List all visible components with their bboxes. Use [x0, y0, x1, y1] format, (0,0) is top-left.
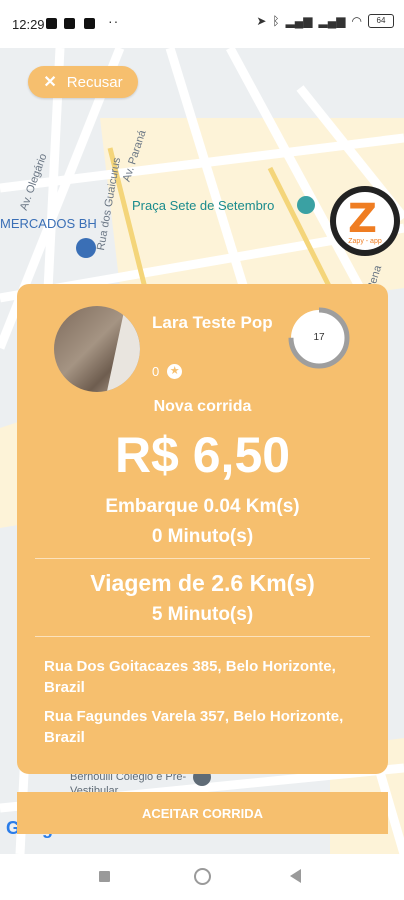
trip-time: 5 Minuto(s) [151, 604, 254, 625]
refuse-button[interactable]: ✕ Recusar [28, 66, 138, 98]
rating-value: 0 [152, 364, 160, 379]
app-logo: Z Zapy - app [330, 186, 400, 256]
notification-icon [84, 18, 95, 29]
more-notifications-icon: ·· [108, 13, 120, 29]
pickup-time: 0 Minuto(s) [151, 526, 254, 547]
bluetooth-icon: ᛒ [272, 14, 280, 28]
status-bar: 12:29 ·· ➤ ᛒ ▂▄▆ ▂▄▆ ◠ 64 [0, 0, 404, 48]
accept-ride-button[interactable]: ACEITAR CORRIDA [17, 792, 388, 834]
logo-text: Zapy - app [348, 238, 382, 245]
trip-distance: Viagem de 2.6 Km(s) [90, 570, 315, 596]
accept-ride-label: ACEITAR CORRIDA [141, 805, 264, 821]
refuse-button-label: Recusar [66, 73, 123, 91]
recents-icon[interactable] [99, 871, 110, 882]
status-icons: ➤ ᛒ ▂▄▆ ▂▄▆ ◠ 64 [256, 14, 394, 28]
origin-address: Rua Dos Goitacazes 385, Belo Horizonte, … [44, 658, 336, 696]
logo-letter: Z [348, 196, 378, 242]
status-time: 12:29 [12, 17, 45, 32]
ride-price: R$ 6,50 [114, 427, 291, 483]
navigation-bar [0, 854, 404, 900]
location-icon: ➤ [256, 14, 267, 28]
battery-icon: 64 [368, 14, 394, 28]
poi-label: Praça Sete de Setembro [132, 198, 275, 213]
divider [35, 636, 370, 637]
signal-icon: ▂▄▆ [285, 14, 313, 28]
notification-icon [64, 18, 75, 29]
request-title: Nova corrida [153, 398, 252, 415]
pickup-distance: Embarque 0.04 Km(s) [105, 496, 300, 517]
home-icon[interactable] [194, 868, 211, 885]
ride-request-card: Lara Teste Pop 0 ★ 17 Nova corrida R$ 6,… [17, 284, 388, 774]
close-icon: ✕ [43, 74, 57, 91]
poi-label: MERCADOS BH [0, 216, 97, 231]
notification-icon [46, 18, 57, 29]
timer-value: 17 [313, 332, 325, 343]
signal-icon: ▂▄▆ [318, 14, 346, 28]
divider [35, 558, 370, 559]
avatar [54, 306, 140, 392]
wifi-icon: ◠ [351, 14, 362, 28]
destination-address: Rua Fagundes Varela 357, Belo Horizonte,… [44, 708, 344, 746]
passenger-rating: 0 ★ [152, 364, 183, 379]
passenger-name: Lara Teste Pop [152, 313, 273, 332]
back-icon[interactable] [290, 869, 301, 883]
star-icon: ★ [167, 364, 183, 379]
